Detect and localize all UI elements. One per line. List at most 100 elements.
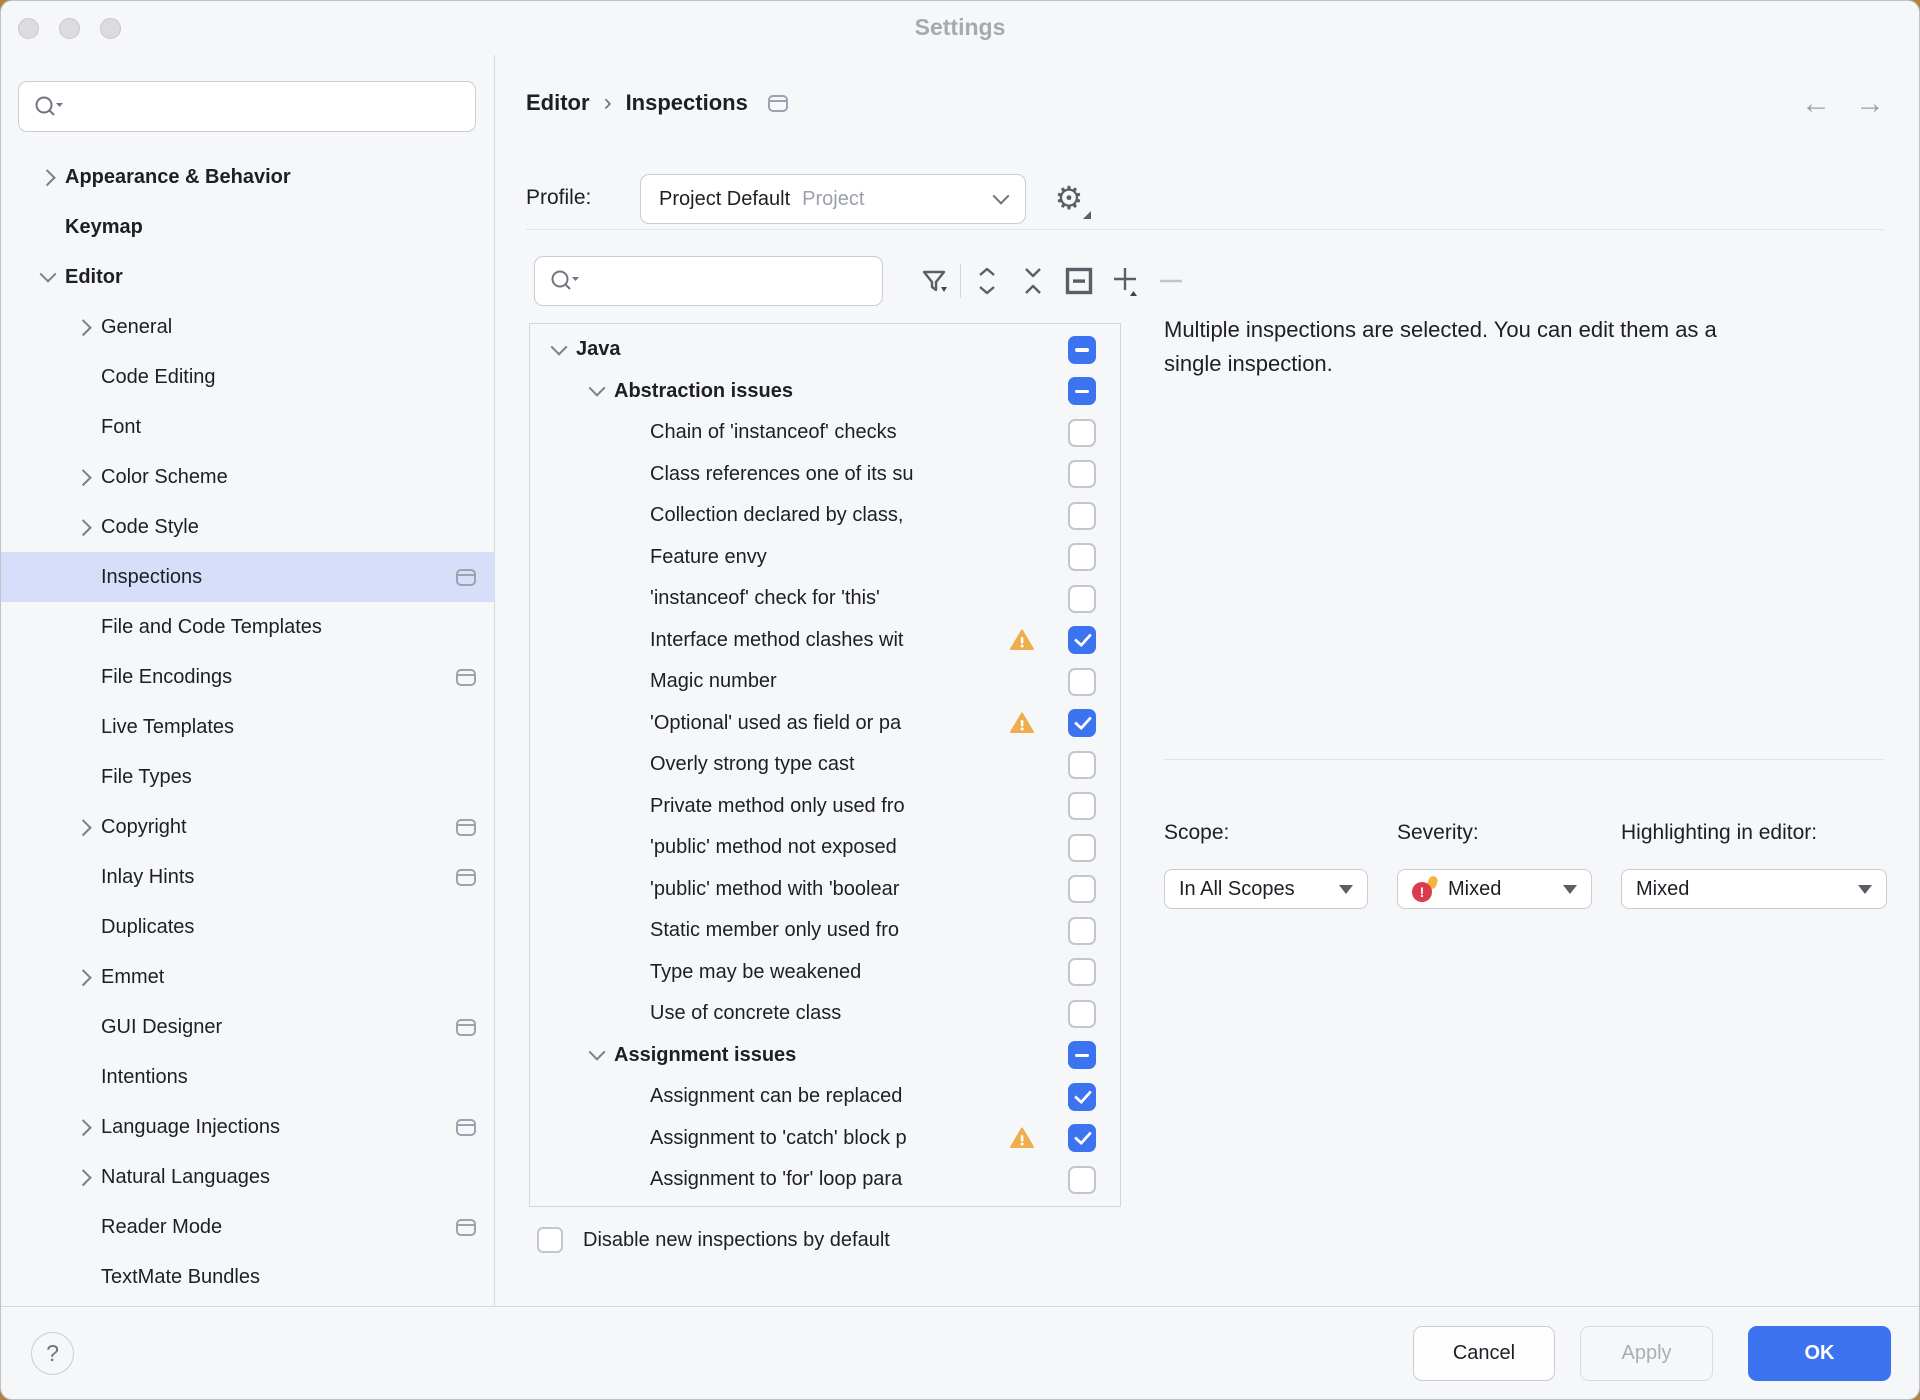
sidebar-item-reader-mode[interactable]: Reader Mode xyxy=(1,1202,494,1252)
severity-dropdown[interactable]: ! Mixed xyxy=(1397,869,1592,909)
sidebar-item-duplicates[interactable]: Duplicates xyxy=(1,902,494,952)
inspection-checkbox[interactable] xyxy=(1068,1166,1096,1194)
sidebar-item-inspections[interactable]: Inspections xyxy=(1,552,494,602)
sidebar-item-color-scheme[interactable]: Color Scheme xyxy=(1,452,494,502)
filter-icon[interactable] xyxy=(911,263,957,299)
tree-row-optional-used-as-field-or-pa[interactable]: 'Optional' used as field or pa xyxy=(530,703,1120,745)
inspection-checkbox[interactable] xyxy=(1068,875,1096,903)
inspection-checkbox[interactable] xyxy=(1068,1124,1096,1152)
forward-arrow-button[interactable]: → xyxy=(1855,87,1885,121)
help-button[interactable]: ? xyxy=(31,1332,74,1375)
inspection-checkbox[interactable] xyxy=(1068,626,1096,654)
tree-row-overly-strong-type-cast[interactable]: Overly strong type cast xyxy=(530,744,1120,786)
chevron-icon[interactable] xyxy=(67,771,101,783)
profile-dropdown[interactable]: Project Default Project xyxy=(640,174,1026,224)
inspection-checkbox[interactable] xyxy=(1068,585,1096,613)
sidebar-item-code-editing[interactable]: Code Editing xyxy=(1,352,494,402)
tree-row-assignment-to-for-loop-para[interactable]: Assignment to 'for' loop para xyxy=(530,1159,1120,1201)
tree-row-class-references-one-of-its-su[interactable]: Class references one of its su xyxy=(530,454,1120,496)
tree-row-assignment-to-catch-block-p[interactable]: Assignment to 'catch' block p xyxy=(530,1118,1120,1160)
chevron-icon[interactable] xyxy=(67,621,101,633)
sidebar-item-font[interactable]: Font xyxy=(1,402,494,452)
inspection-checkbox[interactable] xyxy=(1068,1041,1096,1069)
sidebar-item-natural-languages[interactable]: Natural Languages xyxy=(1,1152,494,1202)
sidebar-item-emmet[interactable]: Emmet xyxy=(1,952,494,1002)
breadcrumb-editor[interactable]: Editor xyxy=(526,90,590,116)
tree-row-abstraction-issues[interactable]: Abstraction issues xyxy=(530,371,1120,413)
chevron-icon[interactable] xyxy=(67,1171,101,1183)
chevron-icon[interactable] xyxy=(67,1121,101,1133)
chevron-icon[interactable] xyxy=(31,171,65,183)
inspection-checkbox[interactable] xyxy=(1068,1083,1096,1111)
settings-search-input[interactable] xyxy=(18,81,476,132)
inspection-checkbox[interactable] xyxy=(1068,419,1096,447)
sidebar-item-code-style[interactable]: Code Style xyxy=(1,502,494,552)
collapse-all-icon[interactable] xyxy=(1010,263,1056,299)
chevron-icon[interactable] xyxy=(67,421,101,433)
sidebar-item-live-templates[interactable]: Live Templates xyxy=(1,702,494,752)
inspection-checkbox[interactable] xyxy=(1068,502,1096,530)
remove-icon[interactable] xyxy=(1148,263,1194,299)
tree-row-interface-method-clashes-wit[interactable]: Interface method clashes wit xyxy=(530,620,1120,662)
add-icon[interactable] xyxy=(1102,263,1148,299)
chevron-icon[interactable] xyxy=(542,344,576,356)
inspection-checkbox[interactable] xyxy=(1068,377,1096,405)
profile-settings-button[interactable]: ⚙ xyxy=(1049,179,1089,219)
tree-row-assignment-can-be-replaced[interactable]: Assignment can be replaced xyxy=(530,1076,1120,1118)
chevron-icon[interactable] xyxy=(67,371,101,383)
back-arrow-button[interactable]: ← xyxy=(1801,87,1831,121)
sidebar-item-file-types[interactable]: File Types xyxy=(1,752,494,802)
tree-row-private-method-only-used-fro[interactable]: Private method only used fro xyxy=(530,786,1120,828)
chevron-icon[interactable] xyxy=(67,671,101,683)
highlighting-dropdown[interactable]: Mixed xyxy=(1621,869,1887,909)
chevron-icon[interactable] xyxy=(67,1271,101,1283)
scope-dropdown[interactable]: In All Scopes xyxy=(1164,869,1368,909)
inspection-checkbox[interactable] xyxy=(1068,917,1096,945)
inspection-checkbox[interactable] xyxy=(1068,460,1096,488)
tree-row-public-method-with-boolear[interactable]: 'public' method with 'boolear xyxy=(530,869,1120,911)
inspection-checkbox[interactable] xyxy=(1068,958,1096,986)
inspection-checkbox[interactable] xyxy=(1068,336,1096,364)
chevron-icon[interactable] xyxy=(67,521,101,533)
chevron-icon[interactable] xyxy=(67,921,101,933)
sidebar-item-language-injections[interactable]: Language Injections xyxy=(1,1102,494,1152)
tree-row-chain-of-instanceof-checks[interactable]: Chain of 'instanceof' checks xyxy=(530,412,1120,454)
chevron-icon[interactable] xyxy=(31,221,65,233)
tree-row-use-of-concrete-class[interactable]: Use of concrete class xyxy=(530,993,1120,1035)
inspection-checkbox[interactable] xyxy=(1068,834,1096,862)
sidebar-item-keymap[interactable]: Keymap xyxy=(1,202,494,252)
tree-row-instanceof-check-for-this[interactable]: 'instanceof' check for 'this' xyxy=(530,578,1120,620)
tree-row-public-method-not-exposed[interactable]: 'public' method not exposed xyxy=(530,827,1120,869)
apply-button[interactable]: Apply xyxy=(1580,1326,1713,1381)
sidebar-item-general[interactable]: General xyxy=(1,302,494,352)
tree-row-magic-number[interactable]: Magic number xyxy=(530,661,1120,703)
chevron-icon[interactable] xyxy=(67,821,101,833)
chevron-icon[interactable] xyxy=(67,471,101,483)
sidebar-item-inlay-hints[interactable]: Inlay Hints xyxy=(1,852,494,902)
tree-row-collection-declared-by-class[interactable]: Collection declared by class, xyxy=(530,495,1120,537)
inspection-checkbox[interactable] xyxy=(1068,751,1096,779)
chevron-icon[interactable] xyxy=(67,721,101,733)
ok-button[interactable]: OK xyxy=(1748,1326,1891,1381)
chevron-icon[interactable] xyxy=(67,1221,101,1233)
tree-row-assignment-issues[interactable]: Assignment issues xyxy=(530,1035,1120,1077)
sidebar-item-editor[interactable]: Editor xyxy=(1,252,494,302)
cancel-button[interactable]: Cancel xyxy=(1413,1326,1555,1381)
sidebar-item-appearance-behavior[interactable]: Appearance & Behavior xyxy=(1,152,494,202)
chevron-icon[interactable] xyxy=(580,385,614,397)
sidebar-item-intentions[interactable]: Intentions xyxy=(1,1052,494,1102)
inspection-checkbox[interactable] xyxy=(1068,709,1096,737)
tree-row-feature-envy[interactable]: Feature envy xyxy=(530,537,1120,579)
inspections-search-input[interactable] xyxy=(534,256,883,306)
sidebar-item-file-encodings[interactable]: File Encodings xyxy=(1,652,494,702)
inspection-checkbox[interactable] xyxy=(1068,1000,1096,1028)
tree-row-static-member-only-used-fro[interactable]: Static member only used fro xyxy=(530,910,1120,952)
chevron-icon[interactable] xyxy=(67,971,101,983)
tree-row-type-may-be-weakened[interactable]: Type may be weakened xyxy=(530,952,1120,994)
disable-new-inspections-checkbox[interactable] xyxy=(537,1227,563,1253)
inspection-checkbox[interactable] xyxy=(1068,792,1096,820)
sidebar-item-gui-designer[interactable]: GUI Designer xyxy=(1,1002,494,1052)
reset-selection-icon[interactable] xyxy=(1056,263,1102,299)
chevron-icon[interactable] xyxy=(31,271,65,283)
expand-all-icon[interactable] xyxy=(964,263,1010,299)
